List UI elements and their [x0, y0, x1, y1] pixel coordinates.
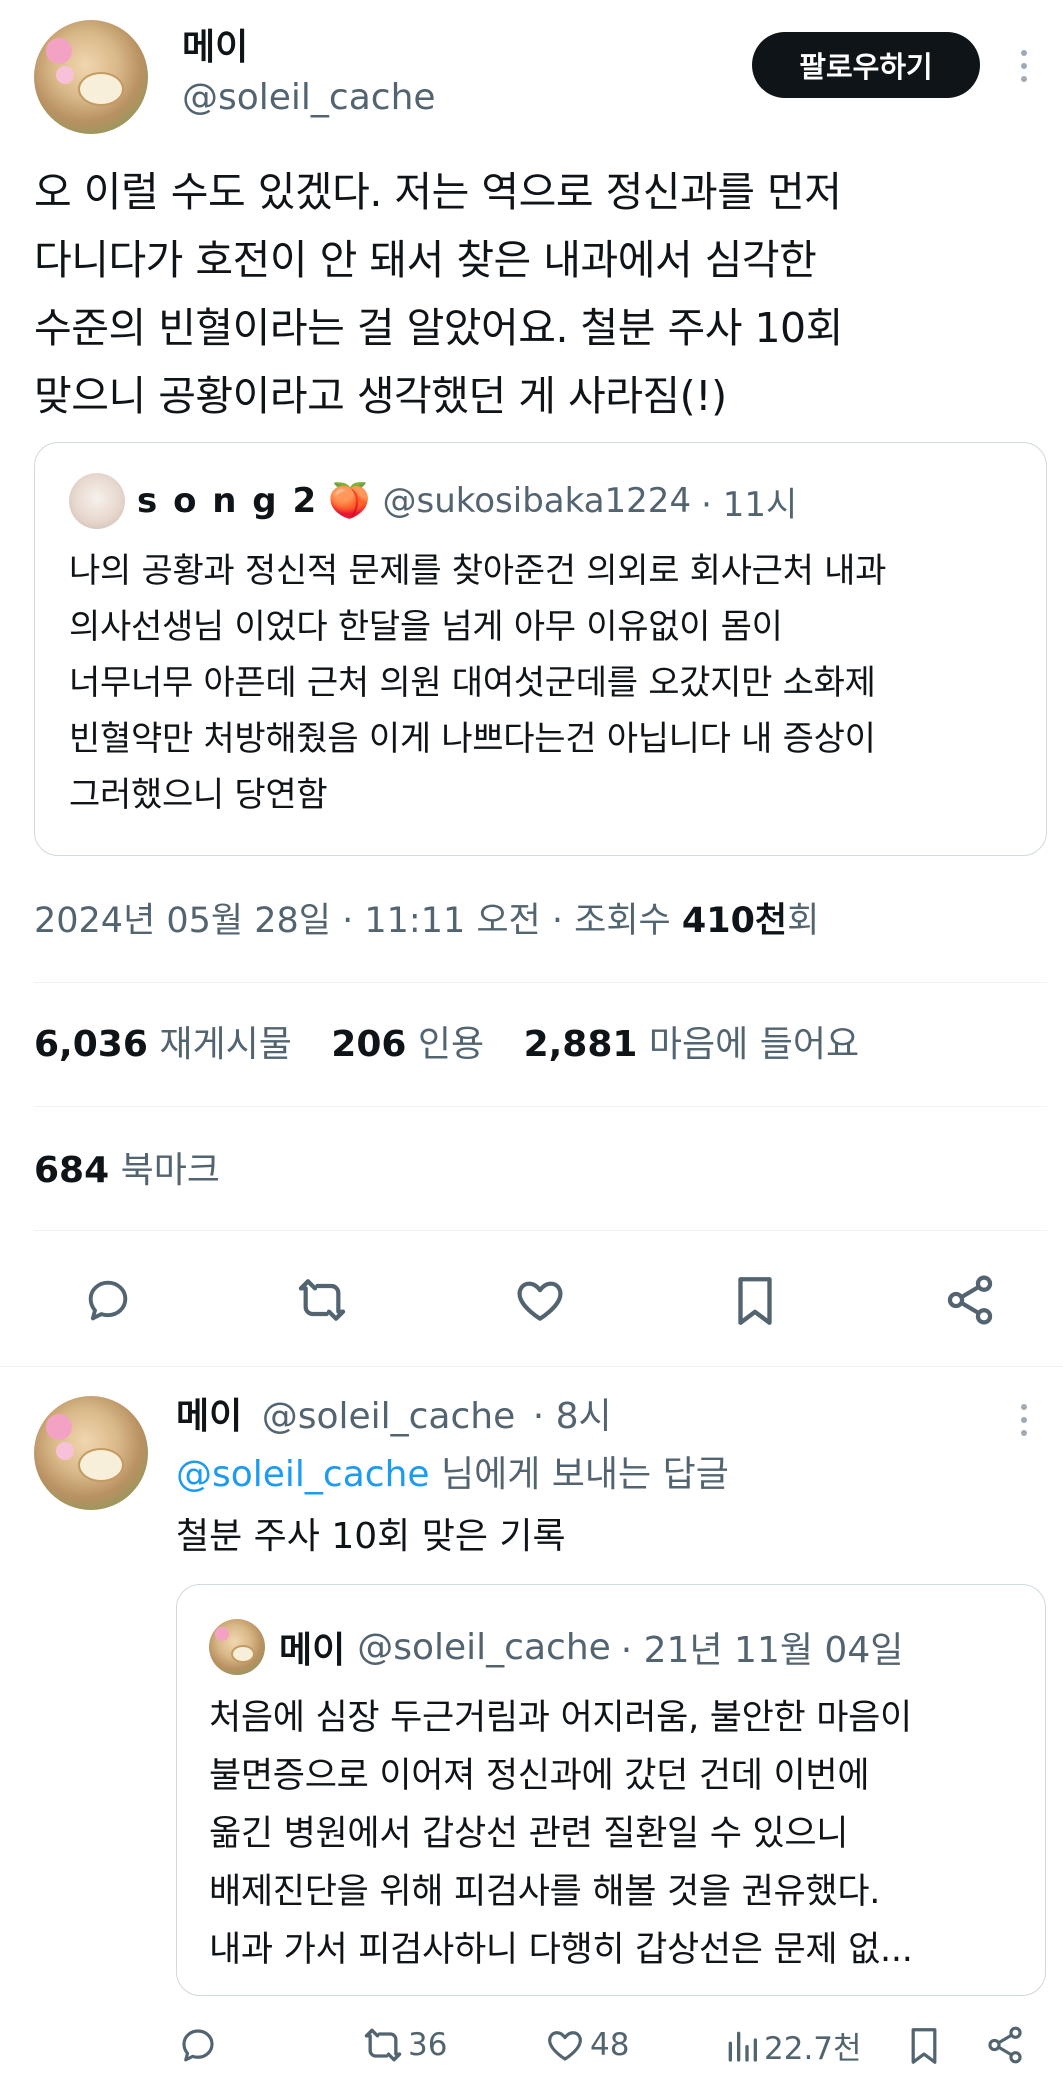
bookmark-icon[interactable]: [730, 1272, 780, 1330]
post-text-line: 수준의 빈혈이라는 걸 알았어요. 철분 주사 10회: [34, 304, 843, 352]
reply-quoted-text-line: 옮긴 병원에서 갑상선 관련 질환일 수 있으니: [209, 1814, 849, 1854]
quoted-post-text: 나의 공황과 정신적 문제를 찾아준건 의외로 회사근처 내과 의사선생님 이었…: [69, 543, 1029, 823]
reply-quoted-text-line: 처음에 심장 두근거림과 어지러움, 불안한 마음이: [209, 1698, 912, 1738]
reply-author-name[interactable]: 메이: [176, 1396, 242, 1437]
post-meta: 2024년 05월 28일 · 11:11 오전 · 조회수 410천회: [34, 896, 819, 946]
quote-label: 인용: [417, 1024, 485, 1065]
reply-like-button[interactable]: 48: [544, 2022, 629, 2068]
share-icon[interactable]: [942, 1272, 998, 1328]
reply-quoted-post-card[interactable]: 메이 @soleil_cache · 21년 11월 04일 처음에 심장 두근…: [176, 1584, 1046, 1996]
view-count: 410천: [681, 901, 788, 941]
peach-emoji: 🍑: [328, 481, 371, 521]
author-display-name[interactable]: 메이: [182, 26, 248, 70]
bookmark-icon[interactable]: [906, 2024, 942, 2068]
quoted-post-time: · 11시: [701, 484, 798, 525]
post-text-line: 다니다가 호전이 안 돼서 찾은 내과에서 심각한: [34, 236, 817, 284]
retweet-icon[interactable]: [292, 1272, 352, 1328]
bookmark-count: 684: [34, 1150, 110, 1191]
quoted-text-line: 나의 공황과 정신적 문제를 찾아준건 의외로 회사근처 내과: [69, 551, 887, 591]
view-count-suffix: 회: [787, 901, 820, 941]
post-text-line: 맞으니 공황이라고 생각했던 게 사라짐(!): [34, 372, 727, 420]
quoted-text-line: 의사선생님 이었다 한달을 넘게 아무 이유없이 몸이: [69, 607, 783, 647]
reply-quoted-text-line: 불면증으로 이어져 정신과에 갔던 건데 이번에: [209, 1756, 870, 1796]
heart-icon[interactable]: [512, 1272, 568, 1328]
repost-stat[interactable]: 6,036 재게시물: [34, 1024, 292, 1065]
reply-views-button[interactable]: 22.7천: [724, 2022, 862, 2068]
quoted-author-handle: @sukosibaka1224: [382, 481, 692, 521]
reply-quoted-author-name: 메이: [279, 1630, 346, 1671]
divider: [34, 1230, 1047, 1231]
replying-to: @soleil_cache 님에게 보내는 답글: [176, 1452, 729, 1498]
repost-count: 6,036: [34, 1024, 148, 1065]
divider: [34, 982, 1047, 983]
divider: [34, 1106, 1047, 1107]
reply-quoted-text-line: 배제진단을 위해 피검사를 해볼 것을 권유했다.: [209, 1872, 881, 1912]
post-text-line: 오 이럴 수도 있겠다. 저는 역으로 정신과를 먼저: [34, 168, 842, 216]
author-handle[interactable]: @soleil_cache: [182, 76, 436, 120]
more-options-icon[interactable]: [1018, 50, 1030, 82]
engagement-stats: 6,036 재게시물 206 인용 2,881 마음에 들어요: [34, 1020, 859, 1070]
quote-stat[interactable]: 206 인용: [331, 1024, 484, 1065]
quoted-text-line: 그러했으니 당연함: [69, 775, 328, 815]
reply-quoted-author-handle: @soleil_cache: [357, 1626, 611, 1668]
quoted-post-card[interactable]: s o n g 2 🍑 @sukosibaka1224 · 11시 나의 공황과…: [34, 442, 1047, 856]
reply-quoted-avatar: [209, 1619, 265, 1675]
comment-icon[interactable]: [80, 1274, 136, 1326]
reply-to-handle-link[interactable]: @soleil_cache: [176, 1454, 430, 1495]
like-label: 마음에 들어요: [648, 1024, 860, 1065]
quoted-text-line: 너무너무 아픈데 근처 의원 대여섯군데를 오갔지만 소화제: [69, 663, 876, 703]
post-datetime[interactable]: 2024년 05월 28일 · 11:11 오전 · 조회수: [34, 901, 682, 941]
post-text: 오 이럴 수도 있겠다. 저는 역으로 정신과를 먼저 다니다가 호전이 안 돼…: [34, 158, 1044, 430]
reply-quoted-date: · 21년 11월 04일: [620, 1630, 904, 1671]
quote-count: 206: [331, 1024, 407, 1065]
reply-author-handle[interactable]: @soleil_cache: [262, 1396, 516, 1437]
heart-icon: [544, 2024, 586, 2066]
author-avatar[interactable]: [34, 20, 148, 134]
reply-quoted-text-line: 내과 가서 피검사하니 다행히 갑상선은 문제 없...: [209, 1930, 913, 1970]
reply-like-count: 48: [590, 2027, 630, 2063]
reply-retweet-count: 36: [408, 2027, 448, 2063]
share-icon[interactable]: [984, 2024, 1026, 2066]
bookmark-label: 북마크: [120, 1150, 220, 1191]
reply-quoted-text: 처음에 심장 두근거림과 어지러움, 불안한 마음이 불면증으로 이어져 정신과…: [209, 1689, 1029, 1979]
like-count: 2,881: [523, 1024, 638, 1065]
quoted-text-line: 빈혈약만 처방해줬음 이게 나쁘다는건 아닙니다 내 증상이: [69, 719, 876, 759]
like-stat[interactable]: 2,881 마음에 들어요: [524, 1024, 860, 1065]
reply-time[interactable]: · 8시: [533, 1396, 612, 1437]
retweet-icon: [360, 2023, 406, 2067]
follow-button[interactable]: 팔로우하기: [752, 32, 980, 98]
reply-to-suffix: 님에게 보내는 답글: [429, 1454, 729, 1495]
reply-view-count: 22.7천: [764, 2030, 862, 2067]
comment-icon[interactable]: [176, 2024, 220, 2066]
quoted-author-name: s o n g 2: [137, 481, 319, 521]
quoted-author-avatar: [69, 473, 125, 529]
bookmark-stat[interactable]: 684 북마크: [34, 1146, 220, 1196]
reply-author-avatar[interactable]: [34, 1396, 148, 1510]
reply-retweet-button[interactable]: 36: [360, 2022, 447, 2068]
reply-text: 철분 주사 10회 맞은 기록: [176, 1516, 566, 1557]
analytics-icon: [724, 2025, 760, 2065]
divider: [0, 1366, 1063, 1367]
reply-more-options-icon[interactable]: [1018, 1404, 1030, 1436]
repost-label: 재게시물: [159, 1024, 292, 1065]
